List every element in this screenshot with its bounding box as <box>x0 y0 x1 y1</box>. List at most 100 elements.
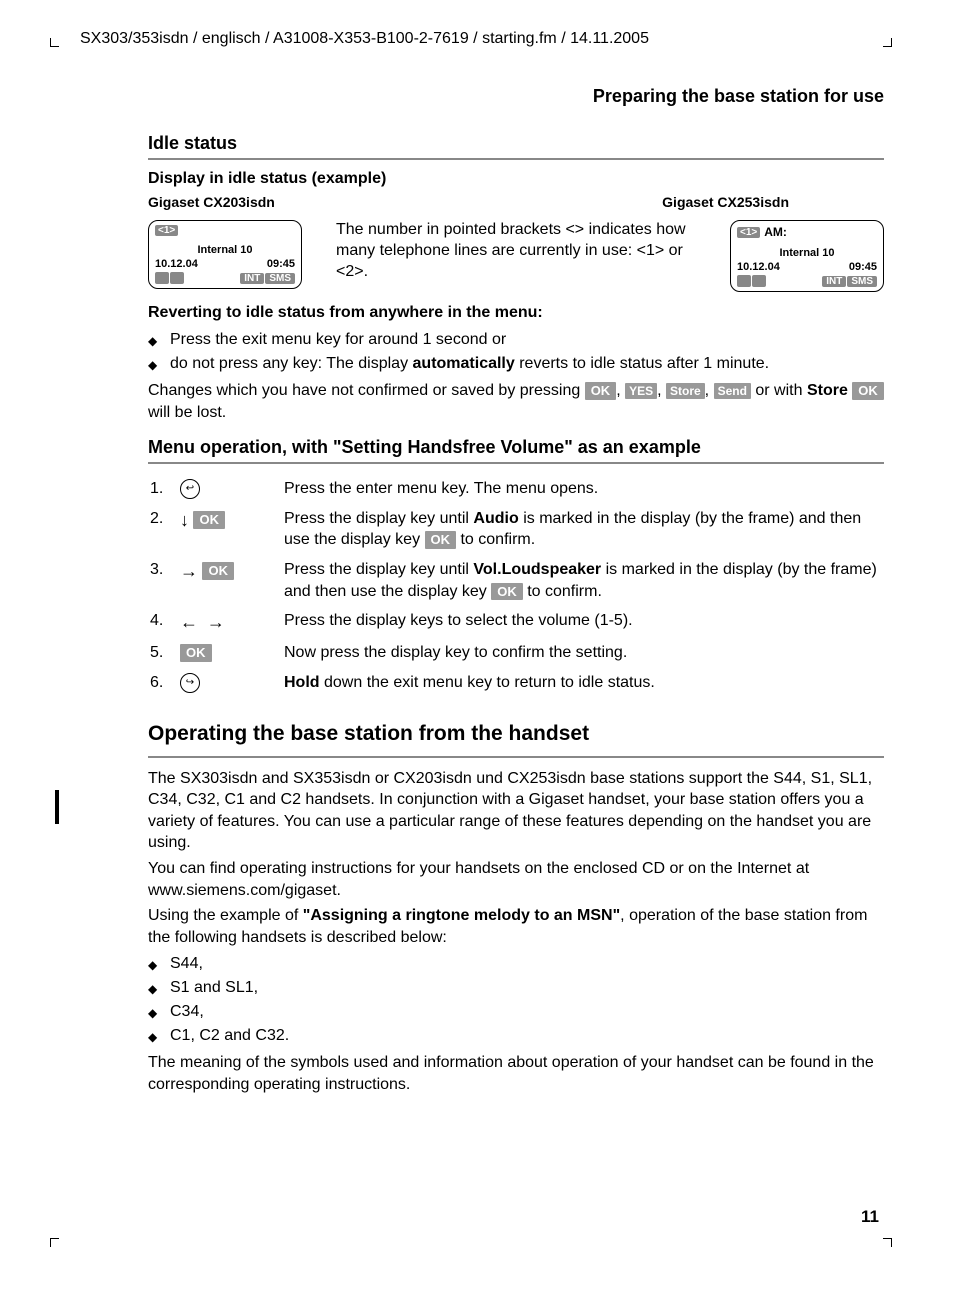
display-explain: The number in pointed brackets <> indica… <box>336 220 696 282</box>
idle-sub: Display in idle status (example) <box>148 170 884 188</box>
step-num: 2. <box>148 504 178 555</box>
step-text: Hold down the exit menu key to return to… <box>282 668 884 698</box>
models-row: Gigaset CX203isdn Gigaset CX253isdn <box>148 194 884 210</box>
model-right: Gigaset CX253isdn <box>662 194 789 210</box>
softkey-int: INT <box>240 273 264 284</box>
exit-menu-icon: ↪ <box>180 673 200 693</box>
time: 09:45 <box>849 261 877 273</box>
step-row: 5. OK Now press the display key to confi… <box>148 638 884 668</box>
step-num: 6. <box>148 668 178 698</box>
phone-display-left: <1> Internal 10 10.12.04 09:45 <box>148 220 302 289</box>
step-row: 2. ↓ OK Press the display key until Audi… <box>148 504 884 555</box>
paragraph: The meaning of the symbols used and info… <box>148 1052 884 1095</box>
text: Using the example of <box>148 907 303 924</box>
ok-button-label: OK <box>193 511 225 529</box>
arrow-right-icon: → <box>180 561 198 581</box>
paragraph: The SX303isdn and SX353isdn or CX203isdn… <box>148 768 884 854</box>
ok-button-label: OK <box>585 382 617 400</box>
page: SX303/353isdn / englisch / A31008-X353-B… <box>0 0 954 1307</box>
revert-para: Changes which you have not confirmed or … <box>148 380 884 423</box>
crop-mark <box>50 1238 59 1247</box>
arrow-left-icon: ← <box>180 612 198 632</box>
line-tag: <1> <box>155 225 178 236</box>
bold-text: automatically <box>413 355 515 372</box>
send-button-label: Send <box>714 383 751 399</box>
date: 10.12.04 <box>737 261 780 273</box>
step-icons: ↓ OK <box>178 504 282 555</box>
step-icons: ↪ <box>178 668 282 698</box>
text: or with <box>755 382 807 399</box>
model-left: Gigaset CX203isdn <box>148 194 275 210</box>
step-num: 5. <box>148 638 178 668</box>
ok-button-label: OK <box>425 531 457 549</box>
display-row: <1> Internal 10 10.12.04 09:45 <box>148 220 884 292</box>
handset-list: S44, S1 and SL1, C34, C1, C2 and C32. <box>148 952 884 1048</box>
header-path: SX303/353isdn / englisch / A31008-X353-B… <box>80 30 884 48</box>
ok-button-label: OK <box>202 562 234 580</box>
step-row: 3. → OK Press the display key until Vol.… <box>148 555 884 606</box>
text: Press the display key until <box>284 510 473 527</box>
text: reverts to idle status after 1 minute. <box>515 355 769 372</box>
arrow-down-icon: ↓ <box>180 510 189 530</box>
time: 09:45 <box>267 258 295 270</box>
paragraph: You can find operating instructions for … <box>148 858 884 901</box>
step-num: 1. <box>148 474 178 504</box>
step-num: 3. <box>148 555 178 606</box>
status-icon <box>155 272 169 284</box>
section-title: Preparing the base station for use <box>70 86 884 107</box>
step-icons: ← → <box>178 606 282 638</box>
bold-text: Hold <box>284 674 320 691</box>
revert-heading: Reverting to idle status from anywhere i… <box>148 304 884 322</box>
list-item: S1 and SL1, <box>148 976 884 1000</box>
step-row: 6. ↪ Hold down the exit menu key to retu… <box>148 668 884 698</box>
page-number: 11 <box>861 1207 879 1227</box>
divider <box>148 158 884 160</box>
step-text: Press the display keys to select the vol… <box>282 606 884 638</box>
revert-list: Press the exit menu key for around 1 sec… <box>148 328 884 376</box>
list-item: S44, <box>148 952 884 976</box>
list-item: do not press any key: The display automa… <box>148 352 884 376</box>
status-icon <box>752 275 766 287</box>
text: Changes which you have not confirmed or … <box>148 382 585 399</box>
steps-table: 1. ↩ Press the enter menu key. The menu … <box>148 474 884 697</box>
step-num: 4. <box>148 606 178 638</box>
softkey-sms: SMS <box>265 273 295 284</box>
step-row: 4. ← → Press the display keys to select … <box>148 606 884 638</box>
bold-text: Audio <box>473 510 518 527</box>
menu-op-heading: Menu operation, with "Setting Handsfree … <box>148 437 884 458</box>
text: to confirm. <box>523 583 602 600</box>
step-icons: → OK <box>178 555 282 606</box>
step-icons: ↩ <box>178 474 282 504</box>
softkey-int: INT <box>822 276 846 287</box>
arrow-right-icon: → <box>207 612 225 632</box>
crop-mark <box>50 38 59 47</box>
operating-heading: Operating the base station from the hand… <box>148 722 884 746</box>
phone-display-right: <1> AM: Internal 10 10.12.04 09:45 <box>730 220 884 292</box>
bold-text: "Assigning a ringtone melody to an MSN" <box>303 907 620 924</box>
step-text: Now press the display key to confirm the… <box>282 638 884 668</box>
section-marker <box>55 790 59 824</box>
line-tag: <1> <box>737 227 760 238</box>
crop-mark <box>883 38 892 47</box>
content: Idle status Display in idle status (exam… <box>148 133 884 1096</box>
step-row: 1. ↩ Press the enter menu key. The menu … <box>148 474 884 504</box>
internal-label: Internal 10 <box>155 244 295 256</box>
yes-button-label: YES <box>625 383 657 399</box>
text: Press the display key until <box>284 561 473 578</box>
date: 10.12.04 <box>155 258 198 270</box>
paragraph: Using the example of "Assigning a ringto… <box>148 905 884 948</box>
bold-text: Vol.Loudspeaker <box>473 561 601 578</box>
step-icons: OK <box>178 638 282 668</box>
divider <box>148 756 884 758</box>
text: do not press any key: The display <box>170 355 413 372</box>
ok-button-label: OK <box>180 644 212 662</box>
softkey-sms: SMS <box>847 276 877 287</box>
step-text: Press the display key until Audio is mar… <box>282 504 884 555</box>
ok-button-label: OK <box>852 382 884 400</box>
divider <box>148 462 884 464</box>
store-button-label: Store <box>666 383 705 399</box>
internal-label: Internal 10 <box>737 247 877 259</box>
list-item: Press the exit menu key for around 1 sec… <box>148 328 884 352</box>
list-item: C34, <box>148 1000 884 1024</box>
crop-mark <box>883 1238 892 1247</box>
